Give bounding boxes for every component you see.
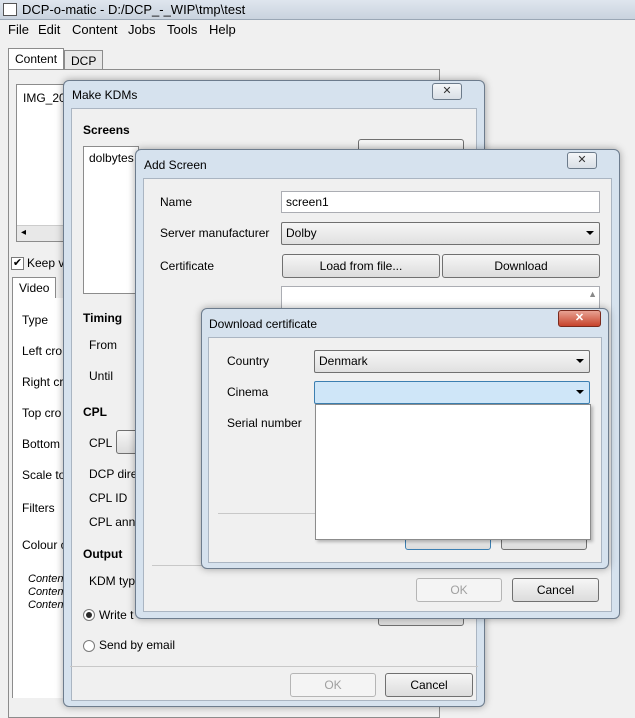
country-select[interactable]: Denmark xyxy=(314,350,590,373)
send-email-label: Send by email xyxy=(99,638,176,652)
country-label: Country xyxy=(227,354,270,368)
make-kdms-ok-button[interactable]: OK xyxy=(290,673,376,697)
add-screen-ok-button[interactable]: OK xyxy=(416,578,502,602)
add-screen-close-button[interactable]: ✕ xyxy=(567,152,597,169)
screens-list[interactable]: dolbytes xyxy=(83,146,139,294)
from-label: From xyxy=(89,338,117,352)
chevron-down-icon xyxy=(586,231,594,235)
server-manufacturer-value: Dolby xyxy=(286,226,317,240)
menu-tools[interactable]: Tools xyxy=(167,22,197,37)
content-info-line: Conten xyxy=(28,599,64,611)
close-icon: ✕ xyxy=(577,154,587,166)
scroll-left-icon[interactable]: ◂ xyxy=(21,227,26,238)
output-heading: Output xyxy=(83,547,123,561)
name-input[interactable]: screen1 xyxy=(281,191,600,213)
menu-help[interactable]: Help xyxy=(209,22,236,37)
download-certificate-title: Download certificate xyxy=(209,317,318,331)
menu-edit[interactable]: Edit xyxy=(38,22,60,37)
cinema-label: Cinema xyxy=(227,385,269,399)
dcp-directory-label: DCP dire xyxy=(89,467,138,481)
cpl-annotation-label: CPL ann xyxy=(89,515,136,529)
keep-checkbox[interactable]: ✔ xyxy=(11,257,24,270)
video-filters-label: Filters xyxy=(22,501,55,515)
video-panel xyxy=(12,298,66,698)
cpl-id-label: CPL ID xyxy=(89,491,128,505)
tab-content[interactable]: Content xyxy=(8,48,65,70)
divider xyxy=(218,513,316,514)
content-info-line: Conten xyxy=(28,573,64,585)
server-manufacturer-label: Server manufacturer xyxy=(160,226,270,240)
download-certificate-close-button[interactable]: ✕ xyxy=(558,310,601,327)
make-kdms-close-button[interactable]: ✕ xyxy=(432,83,462,100)
serial-number-label: Serial number xyxy=(227,416,302,430)
make-kdms-title: Make KDMs xyxy=(72,88,138,102)
cinema-dropdown-list[interactable] xyxy=(315,404,591,540)
video-bottom-crop-label: Bottom xyxy=(22,437,61,451)
timing-heading: Timing xyxy=(83,311,123,325)
video-right-crop-label: Right cr xyxy=(22,375,64,389)
close-icon: ✕ xyxy=(442,85,452,97)
scroll-up-icon[interactable]: ▲ xyxy=(588,289,597,299)
video-type-label: Type xyxy=(22,313,49,327)
name-label: Name xyxy=(160,195,193,209)
add-screen-title: Add Screen xyxy=(144,158,207,172)
menu-bar: File Edit Content Jobs Tools Help xyxy=(0,20,635,40)
screens-list-item[interactable]: dolbytes xyxy=(89,151,134,165)
tab-dcp[interactable]: DCP xyxy=(64,50,104,70)
cinema-select[interactable] xyxy=(314,381,590,404)
load-from-file-button[interactable]: Load from file... xyxy=(282,254,440,278)
keep-label: Keep vi xyxy=(27,256,68,270)
chevron-down-icon xyxy=(576,390,584,394)
cpl-heading: CPL xyxy=(83,405,107,419)
close-icon: ✕ xyxy=(574,312,585,324)
main-window-title: DCP-o-matic - D:/DCP_-_WIP\tmp\test xyxy=(22,2,246,17)
write-to-label: Write t xyxy=(99,608,134,622)
menu-jobs[interactable]: Jobs xyxy=(128,22,155,37)
write-to-radio[interactable] xyxy=(83,609,95,621)
chevron-down-icon xyxy=(576,359,584,363)
country-value: Denmark xyxy=(319,354,368,368)
server-manufacturer-select[interactable]: Dolby xyxy=(281,222,600,245)
screens-heading: Screens xyxy=(83,123,130,137)
content-info-line: Conten xyxy=(28,586,64,598)
video-left-crop-label: Left cro xyxy=(22,344,63,358)
divider xyxy=(70,666,478,667)
tab-video[interactable]: Video xyxy=(12,277,57,299)
menu-file[interactable]: File xyxy=(8,22,29,37)
send-email-radio[interactable] xyxy=(83,640,95,652)
video-top-crop-label: Top cro xyxy=(22,406,62,420)
make-kdms-cancel-button[interactable]: Cancel xyxy=(385,673,473,697)
download-button[interactable]: Download xyxy=(442,254,600,278)
until-label: Until xyxy=(89,369,114,383)
video-colour-label: Colour c xyxy=(22,538,67,552)
divider xyxy=(152,565,202,566)
menu-content[interactable]: Content xyxy=(72,22,118,37)
app-icon xyxy=(3,3,17,16)
add-screen-cancel-button[interactable]: Cancel xyxy=(512,578,599,602)
video-scale-label: Scale to xyxy=(22,468,66,482)
kdm-type-label: KDM typ xyxy=(89,574,136,588)
cpl-label: CPL xyxy=(89,436,113,450)
main-title-bar: DCP-o-matic - D:/DCP_-_WIP\tmp\test xyxy=(0,0,635,20)
content-list-item[interactable]: IMG_20 xyxy=(23,91,66,105)
certificate-label: Certificate xyxy=(160,259,215,273)
